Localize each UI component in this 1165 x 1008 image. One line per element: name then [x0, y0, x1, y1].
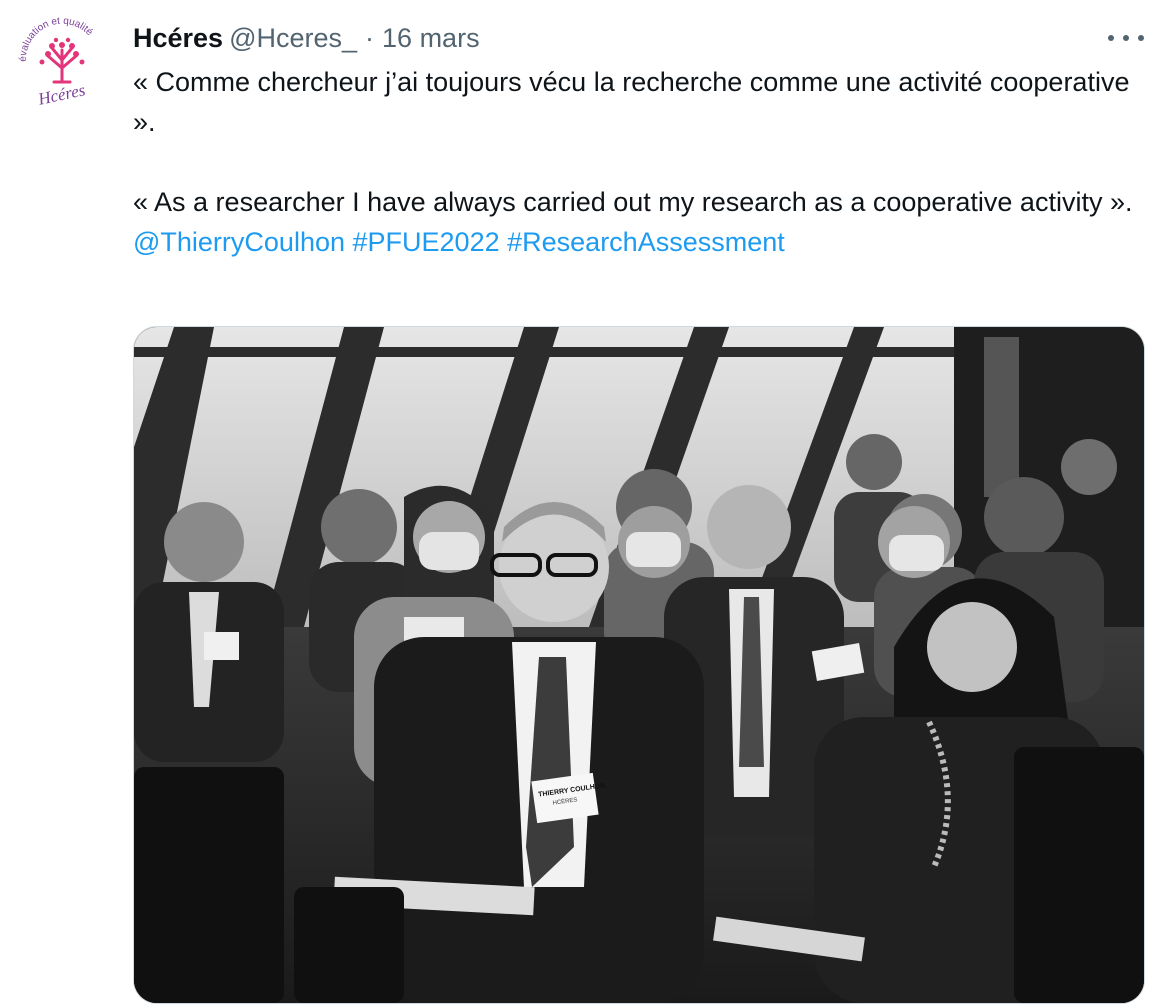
tweet-text-en: « As a researcher I have always carried … [133, 187, 1133, 217]
tweet-links: @ThierryCoulhon #PFUE2022 #ResearchAsses… [133, 222, 1133, 262]
tweet-text: « Comme chercheur j’ai toujours vécu la … [133, 62, 1133, 262]
author-handle[interactable]: @Hceres_ [229, 23, 357, 54]
author-display-name[interactable]: Hcéres [133, 23, 223, 54]
hceres-logo-icon: évaluation et qualité Hcéres [18, 16, 95, 109]
tweet-text-fr: « Comme chercheur j’ai toujours vécu la … [133, 67, 1130, 137]
tweet-photo[interactable]: THIERRY COULHON HCÉRES [133, 326, 1145, 1004]
tweet-header: Hcéres @Hceres_ · 16 mars [133, 20, 480, 56]
hashtag-link[interactable]: #ResearchAssessment [507, 227, 785, 257]
tweet: évaluation et qualité Hcéres Hcéres @Hce… [0, 0, 1165, 1008]
avatar[interactable]: évaluation et qualité Hcéres [12, 12, 112, 112]
more-dot [1138, 35, 1144, 41]
tweet-date[interactable]: 16 mars [382, 23, 480, 54]
more-horizontal-icon[interactable] [1108, 26, 1144, 50]
hashtag-link[interactable]: #PFUE2022 [353, 227, 500, 257]
header-separator: · [365, 22, 375, 53]
mention-link[interactable]: @ThierryCoulhon [133, 227, 345, 257]
more-dot [1108, 35, 1114, 41]
more-dot [1123, 35, 1129, 41]
avatar-logo-text: Hcéres [35, 80, 87, 109]
conference-photo: THIERRY COULHON HCÉRES [134, 327, 1144, 1003]
